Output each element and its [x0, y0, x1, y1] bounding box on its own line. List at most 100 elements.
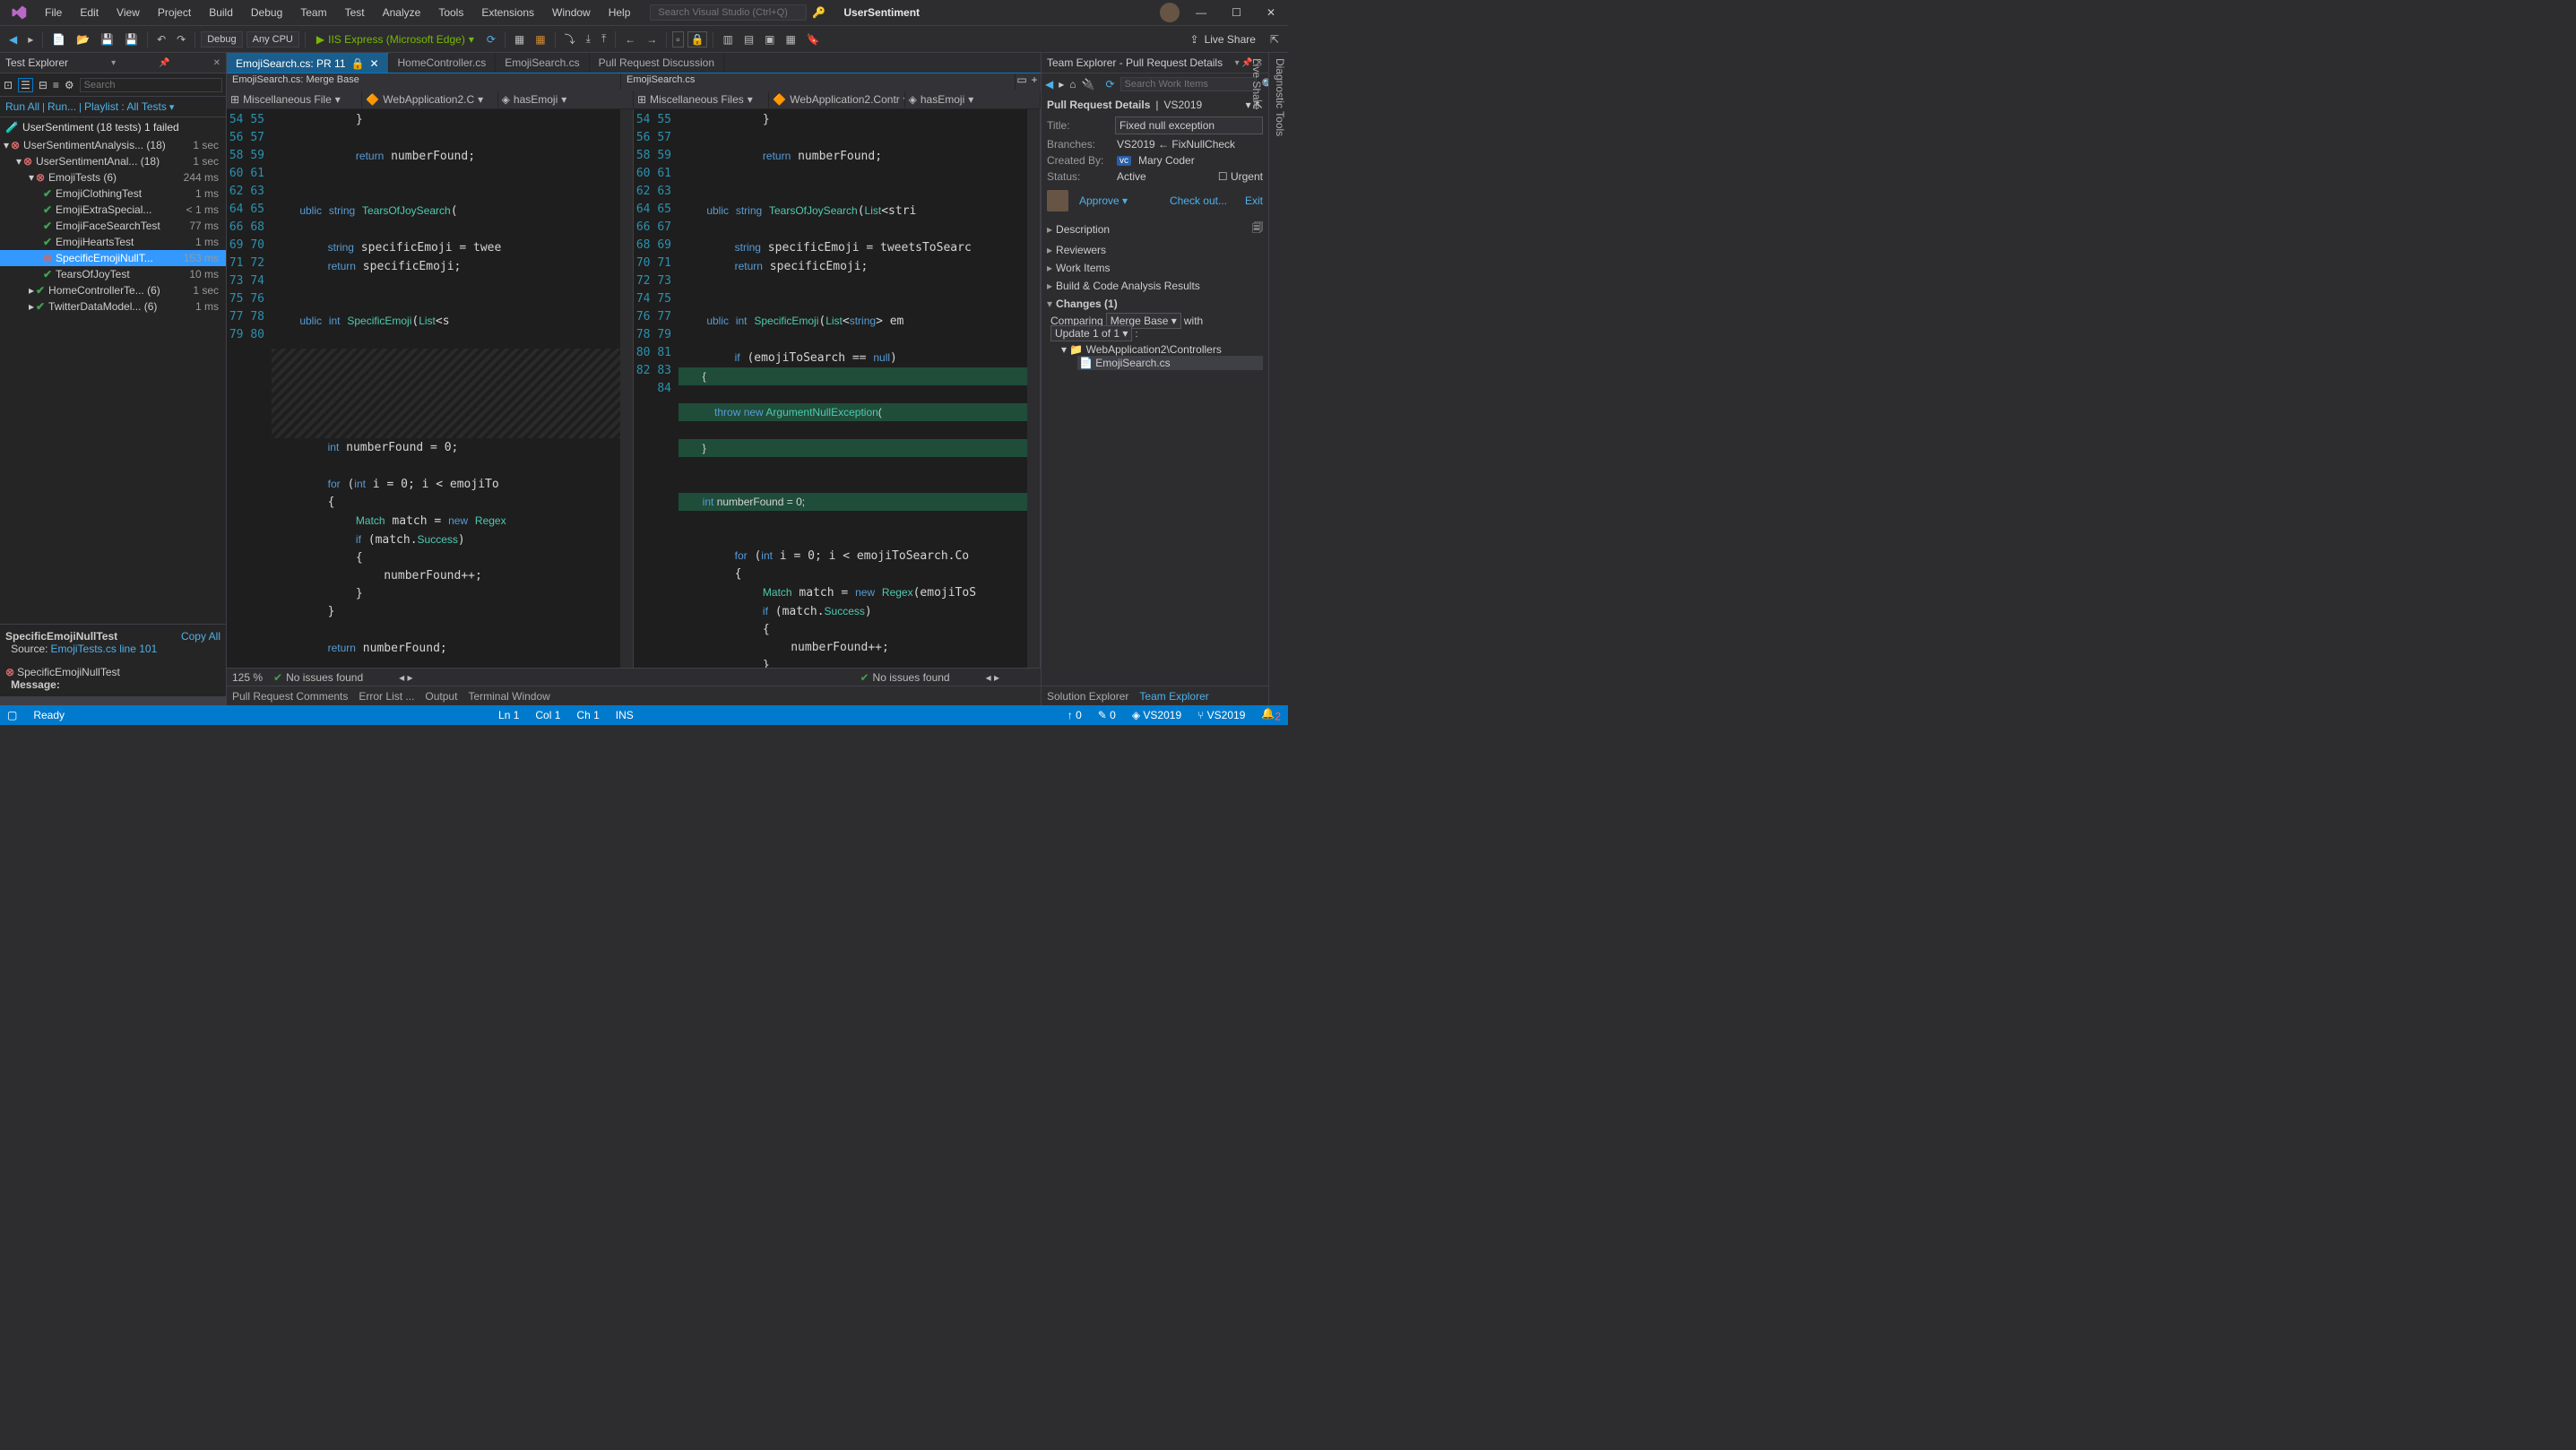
nav-class-left[interactable]: 🔶 WebApplication2.C ▾ [362, 91, 497, 108]
checkout-link[interactable]: Check out... [1170, 194, 1227, 207]
config-dropdown[interactable]: Debug [201, 31, 242, 47]
pr-title-input[interactable] [1115, 117, 1263, 134]
minimize-button[interactable]: — [1187, 3, 1215, 22]
layout2-icon[interactable]: ▤ [740, 31, 757, 47]
menu-edit[interactable]: Edit [71, 3, 108, 22]
zoom-level[interactable]: 125 % [232, 671, 263, 684]
lock-icon[interactable]: 🔒 [687, 31, 708, 47]
test-node[interactable]: ✔EmojiClothingTest1 ms [0, 186, 226, 202]
nav-fwd-icon[interactable]: → [643, 31, 661, 47]
nav-member-left[interactable]: ◈ hasEmoji ▾ [498, 91, 634, 108]
test-node[interactable]: ✔EmojiHeartsTest1 ms [0, 234, 226, 250]
bookmark-icon[interactable]: 🔖 [803, 31, 824, 47]
settings-icon[interactable]: ⚙ [65, 79, 74, 91]
step-out-icon[interactable]: ⤒ [598, 30, 609, 47]
tab-pr-discussion[interactable]: Pull Request Discussion [590, 53, 724, 73]
update-dropdown[interactable]: Update 1 of 1 ▾ [1050, 325, 1132, 341]
test-node[interactable]: ▾ ⊗EmojiTests (6)244 ms [0, 169, 226, 186]
acc-changes[interactable]: ▾Changes (1) [1042, 295, 1268, 313]
folder-node[interactable]: ▾ 📁 WebApplication2\Controllers [1061, 343, 1263, 356]
diff-right-pane[interactable]: 54 55 56 57 58 59 60 61 62 63 64 65 66 6… [634, 109, 1041, 668]
forward-button[interactable]: ▸ [24, 31, 37, 47]
tab-diagnostic-tools[interactable]: Diagnostic Tools [1274, 58, 1286, 136]
pin-icon[interactable]: 📌 [159, 58, 169, 68]
status-upload[interactable]: ↑ 0 [1068, 709, 1082, 721]
menu-help[interactable]: Help [600, 3, 640, 22]
acc-reviewers[interactable]: ▸Reviewers [1042, 241, 1268, 259]
test-tree[interactable]: ▾ ⊗UserSentimentAnalysis... (18)1 sec▾ ⊗… [0, 137, 226, 624]
status-repo[interactable]: ◈ VS2019 [1132, 709, 1181, 721]
close-icon[interactable]: ✕ [369, 57, 378, 70]
urgent-checkbox[interactable]: ☐ Urgent [1218, 170, 1263, 183]
undo-icon[interactable]: ↶ [153, 31, 169, 47]
layout4-icon[interactable]: ▦ [782, 31, 800, 47]
box1-icon[interactable]: ▫ [672, 31, 683, 47]
group-icon[interactable]: ⊟ [39, 79, 48, 91]
refresh-icon[interactable]: ⟳ [1105, 78, 1114, 91]
home-icon[interactable]: ⌂ [1069, 78, 1076, 91]
test-node[interactable]: ▸ ✔TwitterDataModel... (6)1 ms [0, 298, 226, 315]
work-items-search[interactable] [1120, 77, 1257, 91]
run-button[interactable]: ▶ IIS Express (Microsoft Edge) ▾ [311, 31, 480, 47]
tab-team-explorer[interactable]: Team Explorer [1139, 690, 1208, 703]
copy-all-link[interactable]: Copy All [181, 630, 220, 643]
file-node[interactable]: 📄 EmojiSearch.cs [1077, 356, 1263, 370]
tab-pr-comments[interactable]: Pull Request Comments [232, 690, 348, 703]
test-node[interactable]: ✔TearsOfJoyTest10 ms [0, 266, 226, 282]
tree-icon[interactable]: ⊡ [4, 79, 13, 91]
platform-dropdown[interactable]: Any CPU [246, 31, 299, 47]
step-over-icon[interactable]: ⤵ [561, 30, 579, 48]
scrollbar-thumb[interactable] [0, 696, 226, 705]
forward-icon[interactable]: ▸ [1059, 78, 1064, 91]
add-icon[interactable]: + [1028, 73, 1041, 90]
test-node[interactable]: ▸ ✔HomeControllerTe... (6)1 sec [0, 282, 226, 298]
scrollbar[interactable] [1027, 109, 1040, 668]
test-node[interactable]: ⊗SpecificEmojiNullT...153 ms [0, 250, 226, 266]
save-icon[interactable]: 💾 [97, 31, 117, 47]
dropdown-icon[interactable]: ▾ [111, 58, 116, 68]
open-file-icon[interactable]: 📂 [73, 31, 93, 47]
redo-icon[interactable]: ↷ [173, 31, 189, 47]
close-icon[interactable]: ✕ [213, 58, 220, 68]
save-all-icon[interactable]: 💾 [121, 31, 142, 47]
menu-window[interactable]: Window [543, 3, 600, 22]
reviewer-avatar[interactable] [1047, 190, 1068, 211]
nav-class-right[interactable]: 🔶 WebApplication2.Contr ▾ [769, 91, 904, 108]
right-side-tabs[interactable]: Diagnostic Tools Live Share [1268, 53, 1288, 705]
filter-icon[interactable]: ≡ [53, 79, 59, 91]
menu-extensions[interactable]: Extensions [472, 3, 543, 22]
step-into-icon[interactable]: ⤓ [583, 30, 594, 47]
share-icon[interactable]: ⇱ [1266, 31, 1283, 47]
toolbox2-icon[interactable]: ▦ [532, 31, 549, 47]
menu-analyze[interactable]: Analyze [374, 3, 430, 22]
diff-left-pane[interactable]: 54 55 56 57 58 59 60 61 62 63 64 65 66 6… [227, 109, 634, 668]
source-link[interactable]: EmojiTests.cs line 101 [51, 643, 158, 655]
nav-project-right[interactable]: ⊞ Miscellaneous Files ▾ [634, 91, 769, 108]
status-branch[interactable]: ⑂ VS2019 [1197, 709, 1245, 721]
tab-output[interactable]: Output [425, 690, 457, 703]
test-search-input[interactable] [80, 78, 222, 92]
split-horizontal-icon[interactable]: ▭ [1016, 73, 1028, 90]
test-node[interactable]: ✔EmojiExtraSpecial...< 1 ms [0, 202, 226, 218]
tab-live-share[interactable]: Live Share [1250, 58, 1263, 109]
maximize-button[interactable]: ☐ [1223, 3, 1250, 22]
test-node[interactable]: ✔EmojiFaceSearchTest77 ms [0, 218, 226, 234]
test-node[interactable]: ▾ ⊗UserSentimentAnal... (18)1 sec [0, 153, 226, 169]
tab-emoji-search[interactable]: EmojiSearch.cs [496, 53, 589, 73]
avatar[interactable] [1160, 3, 1180, 22]
tab-home-controller[interactable]: HomeController.cs [389, 53, 497, 73]
list-icon[interactable]: ☰ [18, 78, 33, 92]
layout1-icon[interactable]: ▥ [719, 31, 736, 47]
new-file-icon[interactable]: 📄 [48, 31, 69, 47]
run-link[interactable]: Run... [48, 100, 76, 113]
layout3-icon[interactable]: ▣ [761, 31, 778, 47]
exit-link[interactable]: Exit [1245, 194, 1263, 207]
tab-solution-explorer[interactable]: Solution Explorer [1047, 690, 1128, 703]
scrollbar[interactable] [620, 109, 633, 668]
plug-icon[interactable]: 🔌 [1082, 78, 1095, 91]
acc-description[interactable]: ▸Description🗐 [1042, 217, 1268, 241]
menu-debug[interactable]: Debug [242, 3, 291, 22]
tab-error-list[interactable]: Error List ... [359, 690, 414, 703]
close-window-button[interactable]: ✕ [1258, 3, 1284, 22]
live-share-button[interactable]: ⇪ Live Share [1183, 31, 1263, 47]
